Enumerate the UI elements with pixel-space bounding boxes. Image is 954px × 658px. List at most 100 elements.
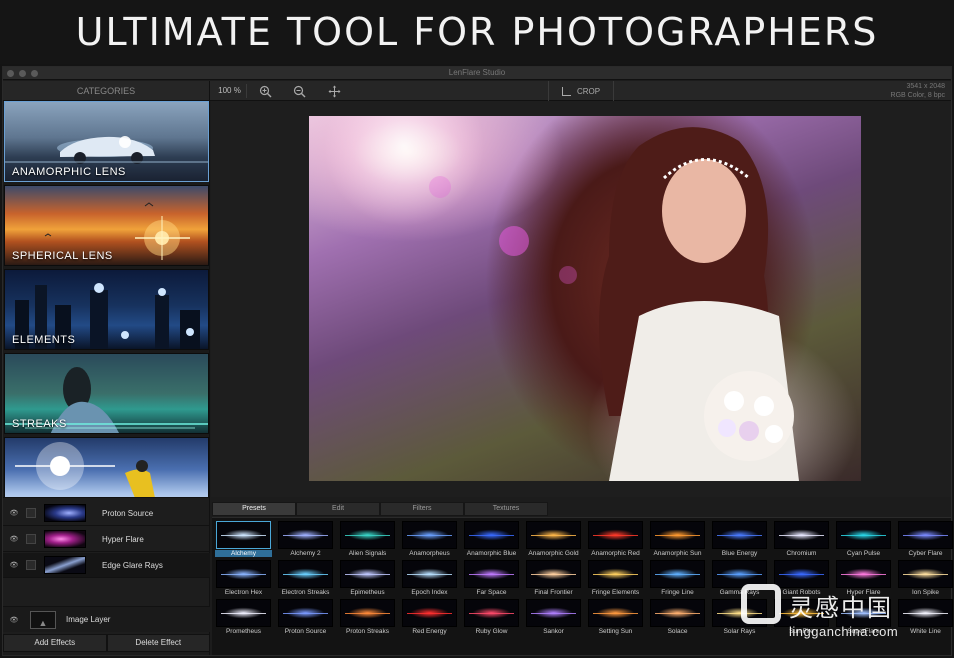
preset-item[interactable]: Cyber Flare — [897, 521, 954, 560]
preview-photo[interactable] — [309, 116, 861, 481]
image-layer-row[interactable]: 👁 ▲ Image Layer — [3, 606, 210, 632]
photo-subject — [324, 116, 799, 481]
preset-name: Far Space — [476, 589, 507, 596]
preset-streak — [345, 613, 390, 614]
promo-title: ULTIMATE TOOL FOR PHOTOGRAPHERS — [75, 10, 879, 54]
preset-thumbnail — [526, 521, 581, 549]
preset-item[interactable]: Fringe Elements — [587, 560, 644, 599]
tab-edit[interactable]: Edit — [296, 502, 380, 516]
preset-thumbnail — [526, 599, 581, 627]
delete-effect-button[interactable]: Delete Effect — [106, 634, 210, 652]
layer-checkbox[interactable] — [26, 534, 36, 544]
preset-item[interactable]: Blue Energy — [711, 521, 768, 560]
preset-item[interactable]: Red Energy — [401, 599, 458, 638]
layer-checkbox[interactable] — [26, 560, 36, 570]
zoom-in-icon — [259, 85, 271, 97]
preset-name: Proton Source — [284, 628, 327, 635]
preset-item[interactable]: Final Frontier — [525, 560, 582, 599]
preset-item[interactable]: Alchemy 2 — [277, 521, 334, 560]
preset-name: Epimetheus — [350, 589, 385, 596]
layer-row[interactable]: 👁 Hyper Flare — [3, 527, 210, 552]
tab-filters[interactable]: Filters — [380, 502, 464, 516]
preset-item[interactable]: Electron Hex — [215, 560, 272, 599]
preset-name: Alien Signals — [348, 550, 387, 557]
add-effects-button[interactable]: Add Effects — [3, 634, 107, 652]
preset-item[interactable]: Epimetheus — [339, 560, 396, 599]
preset-item[interactable]: Anamorphic Red — [587, 521, 644, 560]
preset-item[interactable]: Fringe Line — [649, 560, 706, 599]
eye-icon[interactable]: 👁 — [8, 614, 20, 626]
preset-item[interactable]: Anamorphic Sun — [649, 521, 706, 560]
preset-thumbnail — [650, 560, 705, 588]
zoom-out-icon — [293, 85, 305, 97]
preset-name: Fringe Elements — [591, 589, 640, 596]
eye-icon[interactable]: 👁 — [8, 533, 20, 545]
preset-item[interactable]: Ruby Glow — [463, 599, 520, 638]
category-spherical-lens[interactable]: SPHERICAL LENS — [4, 185, 209, 266]
preset-streak — [655, 574, 700, 575]
preset-item[interactable]: Anamorphic Gold — [525, 521, 582, 560]
preset-item[interactable]: Electron Streaks — [277, 560, 334, 599]
preset-thumbnail — [588, 521, 643, 549]
preset-item[interactable]: Alien Signals — [339, 521, 396, 560]
zoom-out-button[interactable] — [288, 83, 310, 99]
preset-name: Blue Energy — [721, 550, 758, 557]
category-streaks[interactable]: STREAKS — [4, 353, 209, 434]
preset-name: Alchemy 2 — [290, 550, 321, 557]
preset-name: Setting Sun — [598, 628, 633, 635]
preset-item[interactable]: Proton Streaks — [339, 599, 396, 638]
watermark-logo — [741, 584, 781, 624]
toolbar: CATEGORIES 100 % CROP 3541 x 2048 RGB Co… — [3, 81, 951, 101]
preset-thumbnail — [216, 560, 271, 588]
preset-item[interactable]: Proton Source — [277, 599, 334, 638]
zoom-level[interactable]: 100 % — [213, 84, 247, 98]
category-elements[interactable]: ELEMENTS — [4, 269, 209, 350]
zoom-in-button[interactable] — [254, 83, 276, 99]
image-layer-name: Image Layer — [66, 615, 111, 624]
layer-checkbox[interactable] — [26, 508, 36, 518]
preset-item[interactable]: Epoch Index — [401, 560, 458, 599]
tab-presets[interactable]: Presets — [212, 502, 296, 516]
layer-row[interactable]: 👁 Proton Source — [3, 501, 210, 526]
crop-icon — [561, 86, 571, 96]
preset-streak — [593, 574, 638, 575]
preset-item[interactable]: Alchemy — [215, 521, 272, 560]
preset-item[interactable]: Chromium — [773, 521, 830, 560]
pan-button[interactable] — [323, 83, 345, 99]
flare-orb — [429, 176, 451, 198]
category-anamorphic-lens[interactable]: ANAMORPHIC LENS — [4, 101, 209, 182]
preset-item[interactable]: Far Space — [463, 560, 520, 599]
app-title: LenFlare Studio — [448, 68, 506, 77]
canvas-area — [211, 101, 951, 497]
preset-item[interactable]: Anamorphic Blue — [463, 521, 520, 560]
flare-orb — [559, 266, 577, 284]
preset-streak — [655, 535, 700, 536]
preset-item[interactable]: Prometheus — [215, 599, 272, 638]
move-arrows-icon — [328, 85, 340, 97]
layers-panel: 👁 Proton Source 👁 Hyper Flare 👁 Edge Gla… — [3, 497, 210, 655]
eye-icon[interactable]: 👁 — [8, 559, 20, 571]
preset-streak — [531, 613, 576, 614]
preset-name: Alchemy — [215, 550, 272, 557]
crop-button[interactable]: CROP — [548, 81, 614, 101]
image-info: 3541 x 2048 RGB Color, 8 bpc — [891, 82, 945, 100]
eye-icon[interactable]: 👁 — [8, 507, 20, 519]
preset-thumbnail — [774, 521, 829, 549]
preset-streak — [841, 574, 886, 575]
tab-textures[interactable]: Textures — [464, 502, 548, 516]
preset-item[interactable]: Anamorpheus — [401, 521, 458, 560]
preset-streak — [531, 535, 576, 536]
preset-thumbnail — [464, 521, 519, 549]
preset-item[interactable]: Cyan Pulse — [835, 521, 892, 560]
preset-item[interactable]: Setting Sun — [587, 599, 644, 638]
preset-name: Sankor — [543, 628, 564, 635]
preset-streak — [221, 574, 266, 575]
preset-thumbnail — [340, 521, 395, 549]
preset-item[interactable]: Solace — [649, 599, 706, 638]
preset-streak — [903, 535, 948, 536]
preset-name: Cyan Pulse — [846, 550, 881, 557]
preset-streak — [283, 613, 328, 614]
preset-item[interactable]: Sankor — [525, 599, 582, 638]
preset-thumbnail — [402, 599, 457, 627]
layer-row[interactable]: 👁 Edge Glare Rays — [3, 553, 210, 578]
